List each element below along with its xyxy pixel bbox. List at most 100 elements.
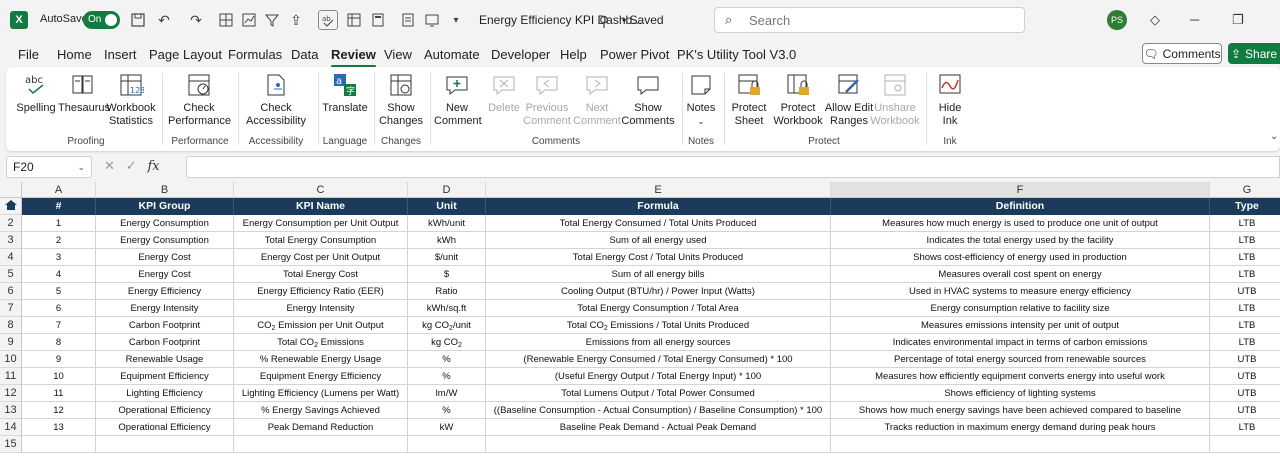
tab-page-layout[interactable]: Page Layout	[149, 47, 222, 62]
column-header-b[interactable]: B	[96, 182, 234, 198]
header-cell-kpi-name[interactable]: KPI Name	[234, 198, 408, 215]
cell-kpi-name[interactable]: Energy Consumption per Unit Output	[234, 215, 408, 232]
cell-unit[interactable]: %	[408, 351, 486, 368]
previous-comment-button[interactable]: Previous Comment	[522, 71, 572, 128]
cell-unit[interactable]: Ratio	[408, 283, 486, 300]
tab-view[interactable]: View	[384, 47, 412, 62]
tab-insert[interactable]: Insert	[104, 47, 137, 62]
cell-definition[interactable]: Indicates environmental impact in terms …	[831, 334, 1210, 351]
cell-unit[interactable]: kWh/unit	[408, 215, 486, 232]
cell-definition[interactable]: Shows efficiency of lighting systems	[831, 385, 1210, 402]
cell-type[interactable]: UTB	[1210, 368, 1280, 385]
cell-definition[interactable]: Energy consumption relative to facility …	[831, 300, 1210, 317]
tab-developer[interactable]: Developer	[491, 47, 550, 62]
tab-file[interactable]: File	[18, 47, 39, 62]
cell-num[interactable]: 10	[22, 368, 96, 385]
cell-kpi-group[interactable]: Energy Consumption	[96, 232, 234, 249]
cell-empty[interactable]	[408, 436, 486, 453]
tab-formulas[interactable]: Formulas	[228, 47, 282, 62]
cell-num[interactable]: 5	[22, 283, 96, 300]
cell-definition[interactable]: Measures emissions intensity per unit of…	[831, 317, 1210, 334]
cell-type[interactable]: UTB	[1210, 283, 1280, 300]
tab-review[interactable]: Review	[331, 47, 376, 68]
cell-unit[interactable]: $	[408, 266, 486, 283]
cell-type[interactable]: LTB	[1210, 300, 1280, 317]
header-cell-num[interactable]: #	[22, 198, 96, 215]
cell-type[interactable]: LTB	[1210, 215, 1280, 232]
cell-formula[interactable]: Emissions from all energy sources	[486, 334, 831, 351]
screen-icon[interactable]	[422, 10, 442, 30]
cell-type[interactable]: UTB	[1210, 385, 1280, 402]
comments-button[interactable]: 🗨 Comments	[1142, 43, 1222, 64]
column-header-c[interactable]: C	[234, 182, 408, 198]
cell-kpi-group[interactable]: Equipment Efficiency	[96, 368, 234, 385]
user-avatar[interactable]: PS	[1107, 10, 1127, 30]
cell-formula[interactable]: Total Energy Cost / Total Units Produced	[486, 249, 831, 266]
row-header-13[interactable]: 13	[0, 402, 22, 419]
cell-definition[interactable]: Shows cost-efficiency of energy used in …	[831, 249, 1210, 266]
formula-input[interactable]	[186, 156, 1280, 178]
search-box[interactable]: ⌕	[714, 7, 1025, 33]
unshare-workbook-button[interactable]: Unshare Workbook	[870, 71, 920, 128]
redo-icon[interactable]: ↷	[186, 10, 206, 30]
show-comments-button[interactable]: Show Comments	[620, 71, 676, 128]
spelling-qa-icon[interactable]: ab	[318, 10, 338, 30]
row-header-14[interactable]: 14	[0, 419, 22, 436]
column-header-g[interactable]: G	[1210, 182, 1280, 198]
column-header-f[interactable]: F	[831, 182, 1210, 198]
cell-kpi-group[interactable]: Carbon Footprint	[96, 334, 234, 351]
cell-num[interactable]: 11	[22, 385, 96, 402]
spelling-button[interactable]: abc Spelling	[14, 71, 58, 115]
cell-unit[interactable]: kg CO2	[408, 334, 486, 351]
cell-formula[interactable]: Sum of all energy bills	[486, 266, 831, 283]
cell-unit[interactable]: kg CO2/unit	[408, 317, 486, 334]
row-header-5[interactable]: 5	[0, 266, 22, 283]
cell-num[interactable]: 6	[22, 300, 96, 317]
row-header-9[interactable]: 9	[0, 334, 22, 351]
select-all-corner[interactable]	[0, 182, 22, 198]
next-comment-button[interactable]: Next Comment	[572, 71, 622, 128]
cell-empty[interactable]	[96, 436, 234, 453]
cell-type[interactable]: LTB	[1210, 334, 1280, 351]
cell-formula[interactable]: Total Lumens Output / Total Power Consum…	[486, 385, 831, 402]
cell-kpi-name[interactable]: % Energy Savings Achieved	[234, 402, 408, 419]
autosave-toggle[interactable]: On	[83, 11, 120, 29]
cell-num[interactable]: 7	[22, 317, 96, 334]
cell-num[interactable]: 1	[22, 215, 96, 232]
row-header-3[interactable]: 3	[0, 232, 22, 249]
row-header-6[interactable]: 6	[0, 283, 22, 300]
show-changes-button[interactable]: Show Changes	[378, 71, 424, 128]
table-icon[interactable]	[344, 10, 364, 30]
cell-unit[interactable]: lm/W	[408, 385, 486, 402]
cell-kpi-group[interactable]: Renewable Usage	[96, 351, 234, 368]
cell-formula[interactable]: (Renewable Energy Consumed / Total Energ…	[486, 351, 831, 368]
cell-kpi-group[interactable]: Energy Efficiency	[96, 283, 234, 300]
cell-definition[interactable]: Measures overall cost spent on energy	[831, 266, 1210, 283]
check-performance-button[interactable]: Check Performance	[168, 71, 231, 128]
cell-empty[interactable]	[234, 436, 408, 453]
row-header-11[interactable]: 11	[0, 368, 22, 385]
row-header-1[interactable]: 1	[0, 198, 22, 215]
borders-icon[interactable]	[216, 10, 236, 30]
cell-formula[interactable]: Total Energy Consumed / Total Units Prod…	[486, 215, 831, 232]
header-cell-type[interactable]: Type	[1210, 198, 1280, 215]
cell-num[interactable]: 2	[22, 232, 96, 249]
cancel-icon[interactable]: ✕	[104, 158, 115, 173]
cell-kpi-name[interactable]: Lighting Efficiency (Lumens per Watt)	[234, 385, 408, 402]
cell-unit[interactable]: %	[408, 368, 486, 385]
tab-help[interactable]: Help	[560, 47, 587, 62]
cell-definition[interactable]: Percentage of total energy sourced from …	[831, 351, 1210, 368]
tab-automate[interactable]: Automate	[424, 47, 480, 62]
cell-unit[interactable]: kWh	[408, 232, 486, 249]
cell-unit[interactable]: %	[408, 402, 486, 419]
cell-kpi-name[interactable]: Total Energy Cost	[234, 266, 408, 283]
row-header-10[interactable]: 10	[0, 351, 22, 368]
row-header-12[interactable]: 12	[0, 385, 22, 402]
cell-kpi-name[interactable]: Peak Demand Reduction	[234, 419, 408, 436]
cell-formula[interactable]: Cooling Output (BTU/hr) / Power Input (W…	[486, 283, 831, 300]
cell-kpi-group[interactable]: Lighting Efficiency	[96, 385, 234, 402]
row-header-7[interactable]: 7	[0, 300, 22, 317]
cell-kpi-name[interactable]: Equipment Energy Efficiency	[234, 368, 408, 385]
cell-empty[interactable]	[486, 436, 831, 453]
cell-kpi-group[interactable]: Operational Efficiency	[96, 402, 234, 419]
